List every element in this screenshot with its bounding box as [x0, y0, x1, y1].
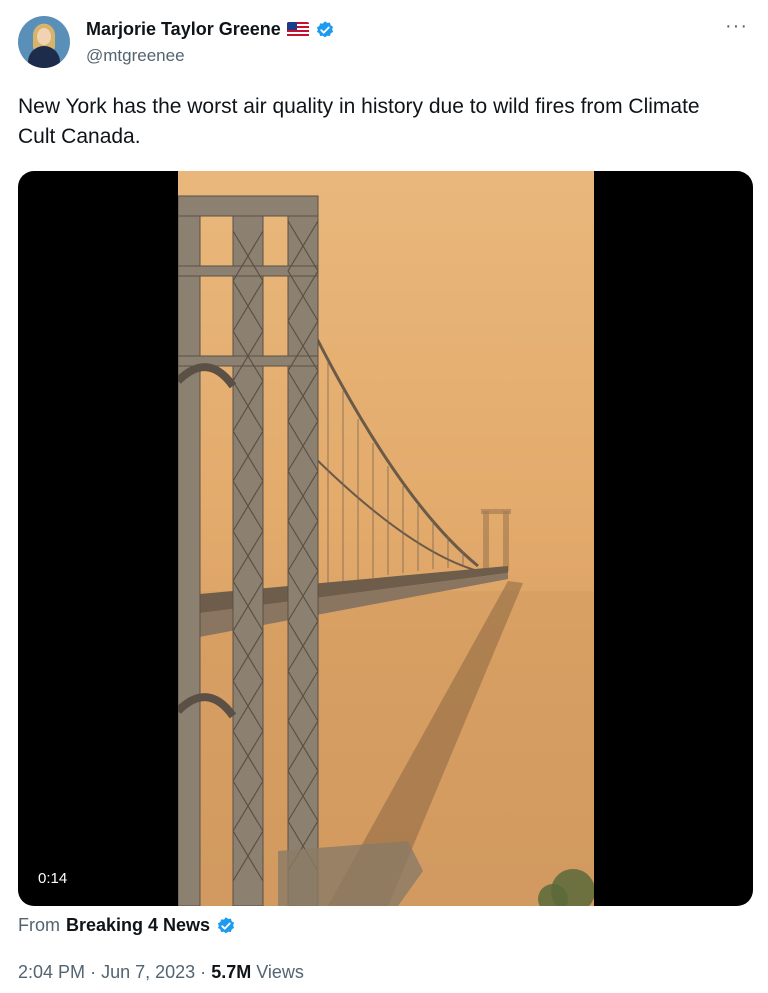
- verified-badge-icon: [316, 20, 333, 37]
- author-handle[interactable]: @mtgreenee: [86, 46, 185, 66]
- meta-separator: ·: [200, 962, 207, 982]
- views-label: Views: [256, 962, 304, 982]
- tweet-header: Marjorie Taylor Greene @mtgreenee ···: [18, 16, 750, 72]
- source-name[interactable]: Breaking 4 News: [66, 915, 210, 936]
- author-avatar[interactable]: [18, 16, 70, 68]
- video-duration-badge: 0:14: [30, 867, 76, 890]
- more-options-icon[interactable]: ···: [725, 16, 748, 36]
- video-player[interactable]: 0:14: [18, 171, 753, 906]
- views-count: 5.7M: [211, 962, 252, 982]
- tweet-text: New York has the worst air quality in hi…: [18, 95, 700, 148]
- author-name[interactable]: Marjorie Taylor Greene: [86, 19, 281, 40]
- source-prefix: From: [18, 915, 60, 935]
- us-flag-icon: [286, 22, 309, 37]
- tweet-time[interactable]: 2:04 PM: [18, 962, 85, 982]
- meta-separator: ·: [90, 962, 97, 982]
- media-source: From Breaking 4 News: [18, 915, 236, 936]
- verified-badge-icon: [217, 916, 235, 933]
- video-frame[interactable]: [178, 171, 594, 906]
- tweet-meta: 2:04 PM · Jun 7, 2023 · 5.7M Views: [18, 962, 304, 983]
- author-name-row: Marjorie Taylor Greene: [86, 19, 335, 40]
- bridge-scene: [178, 195, 594, 906]
- tweet-date[interactable]: Jun 7, 2023: [101, 962, 195, 982]
